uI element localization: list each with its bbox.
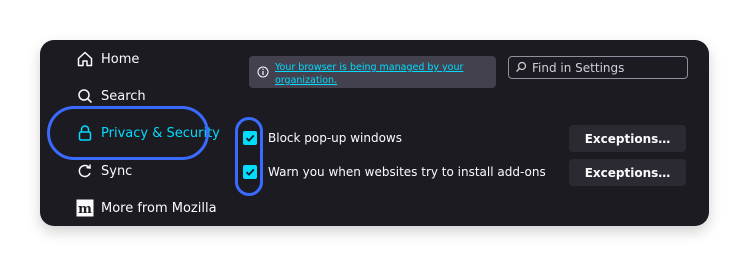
info-icon — [257, 63, 269, 82]
search-icon — [76, 87, 94, 105]
lock-icon — [76, 124, 94, 142]
warn-addons-checkbox[interactable] — [243, 165, 257, 179]
sidebar-item-privacy-security[interactable]: Privacy & Security — [76, 121, 220, 145]
settings-window: Home Search Privacy & Security Sync m Mo… — [40, 40, 709, 226]
sidebar-item-search[interactable]: Search — [76, 84, 146, 108]
svg-text:m: m — [78, 202, 92, 217]
checkbox-highlight-ring — [235, 117, 263, 196]
managed-policy-banner: Your browser is being managed by your or… — [249, 56, 496, 88]
sidebar-item-home[interactable]: Home — [76, 47, 139, 71]
managed-policy-link[interactable]: Your browser is being managed by your or… — [275, 61, 488, 87]
sidebar-item-label: Search — [101, 88, 146, 104]
warn-addons-label: Warn you when websites try to install ad… — [268, 165, 546, 179]
sync-icon — [76, 162, 94, 180]
search-icon — [515, 58, 527, 77]
mozilla-icon: m — [76, 199, 94, 217]
block-popups-checkbox[interactable] — [243, 131, 257, 145]
sidebar-item-label: Sync — [101, 163, 133, 179]
sidebar-item-label: More from Mozilla — [101, 200, 217, 216]
sidebar-item-sync[interactable]: Sync — [76, 159, 132, 183]
search-input[interactable] — [532, 60, 682, 75]
popup-exceptions-button[interactable]: Exceptions… — [569, 125, 686, 152]
block-popups-label: Block pop-up windows — [268, 131, 402, 145]
home-icon — [76, 50, 94, 68]
addons-exceptions-button[interactable]: Exceptions… — [569, 159, 686, 186]
sidebar-item-label: Home — [101, 51, 140, 67]
sidebar-item-label: Privacy & Security — [101, 125, 220, 141]
settings-search-box[interactable] — [508, 56, 688, 79]
sidebar-item-more-from-mozilla[interactable]: m More from Mozilla — [76, 196, 217, 220]
